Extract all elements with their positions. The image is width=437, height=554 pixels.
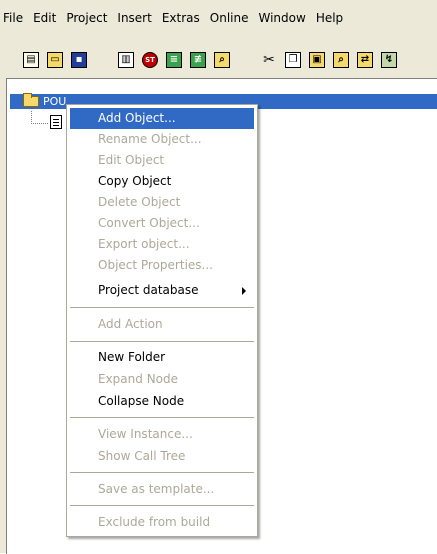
menu-item-collapse-node[interactable]: Collapse Node — [70, 391, 254, 412]
print-icon[interactable]: ▥ — [115, 49, 137, 71]
menu-separator — [70, 472, 254, 473]
search-icon[interactable]: ⌕ — [211, 49, 233, 71]
tree-connector-line — [31, 111, 48, 124]
menu-item-exclude-from-build: Exclude from build — [98, 515, 211, 529]
menu-edit[interactable]: Edit — [28, 7, 61, 29]
new-file-icon[interactable]: ▤ — [20, 49, 42, 71]
menu-item-save-as-template: Save as template... — [98, 482, 215, 496]
menu-insert[interactable]: Insert — [112, 7, 156, 29]
folder-icon — [23, 93, 39, 107]
other-icon[interactable]: ↯ — [378, 49, 400, 71]
menu-item-label: Project database — [98, 283, 199, 297]
menu-item-export-object: Export object... — [98, 237, 190, 251]
replace-icon[interactable]: ⇄ — [354, 49, 376, 71]
menu-project[interactable]: Project — [61, 7, 112, 29]
menu-window[interactable]: Window — [253, 7, 310, 29]
tree-node-pou[interactable]: POU — [23, 93, 69, 109]
menu-item-project-database[interactable]: Project database — [70, 280, 254, 301]
menu-separator — [70, 505, 254, 506]
menu-item-delete-object: Delete Object — [98, 195, 181, 209]
menu-item-object-properties: Object Properties... — [98, 258, 213, 272]
menu-separator — [70, 341, 254, 342]
menu-item-copy-object[interactable]: Copy Object — [70, 171, 254, 192]
logout-icon[interactable]: ≢ — [187, 49, 209, 71]
login-icon[interactable]: ≡ — [163, 49, 185, 71]
copy-icon[interactable]: ❐ — [282, 49, 304, 71]
tree-node-label: POU — [41, 94, 69, 109]
find-icon[interactable]: ⌕ — [330, 49, 352, 71]
save-icon[interactable]: ▪ — [68, 49, 90, 71]
menu-separator — [70, 307, 254, 308]
submenu-arrow-icon — [242, 287, 246, 295]
menu-file[interactable]: File — [0, 7, 28, 29]
menu-item-show-call-tree: Show Call Tree — [98, 449, 186, 463]
menu-item-add-action: Add Action — [98, 317, 163, 331]
cut-icon[interactable]: ✂ — [258, 49, 280, 71]
paste-icon[interactable]: ▣ — [306, 49, 328, 71]
stop-icon[interactable]: ST — [139, 49, 161, 71]
menu-item-add-object[interactable]: Add Object... — [70, 108, 254, 129]
menu-bar: File Edit Project Insert Extras Online W… — [0, 0, 437, 36]
toolbar: ▤ ▭ ▪ ▥ ST ≡ ≢ ⌕ ✂ ❐ ▣ ⌕ ⇄ ↯ — [0, 36, 437, 79]
menu-item-view-instance: View Instance... — [98, 427, 193, 441]
menu-online[interactable]: Online — [205, 7, 254, 29]
menu-separator — [70, 417, 254, 418]
menu-item-rename-object: Rename Object... — [98, 132, 202, 146]
menu-extras[interactable]: Extras — [157, 7, 205, 29]
menu-item-expand-node: Expand Node — [98, 372, 179, 386]
menu-item-convert-object: Convert Object... — [98, 216, 200, 230]
menu-help[interactable]: Help — [311, 7, 348, 29]
menu-item-new-folder[interactable]: New Folder — [70, 347, 254, 368]
document-icon[interactable] — [50, 115, 62, 129]
open-folder-icon[interactable]: ▭ — [44, 49, 66, 71]
context-menu: Add Object... Rename Object... Edit Obje… — [66, 104, 258, 537]
menu-item-edit-object: Edit Object — [98, 153, 165, 167]
